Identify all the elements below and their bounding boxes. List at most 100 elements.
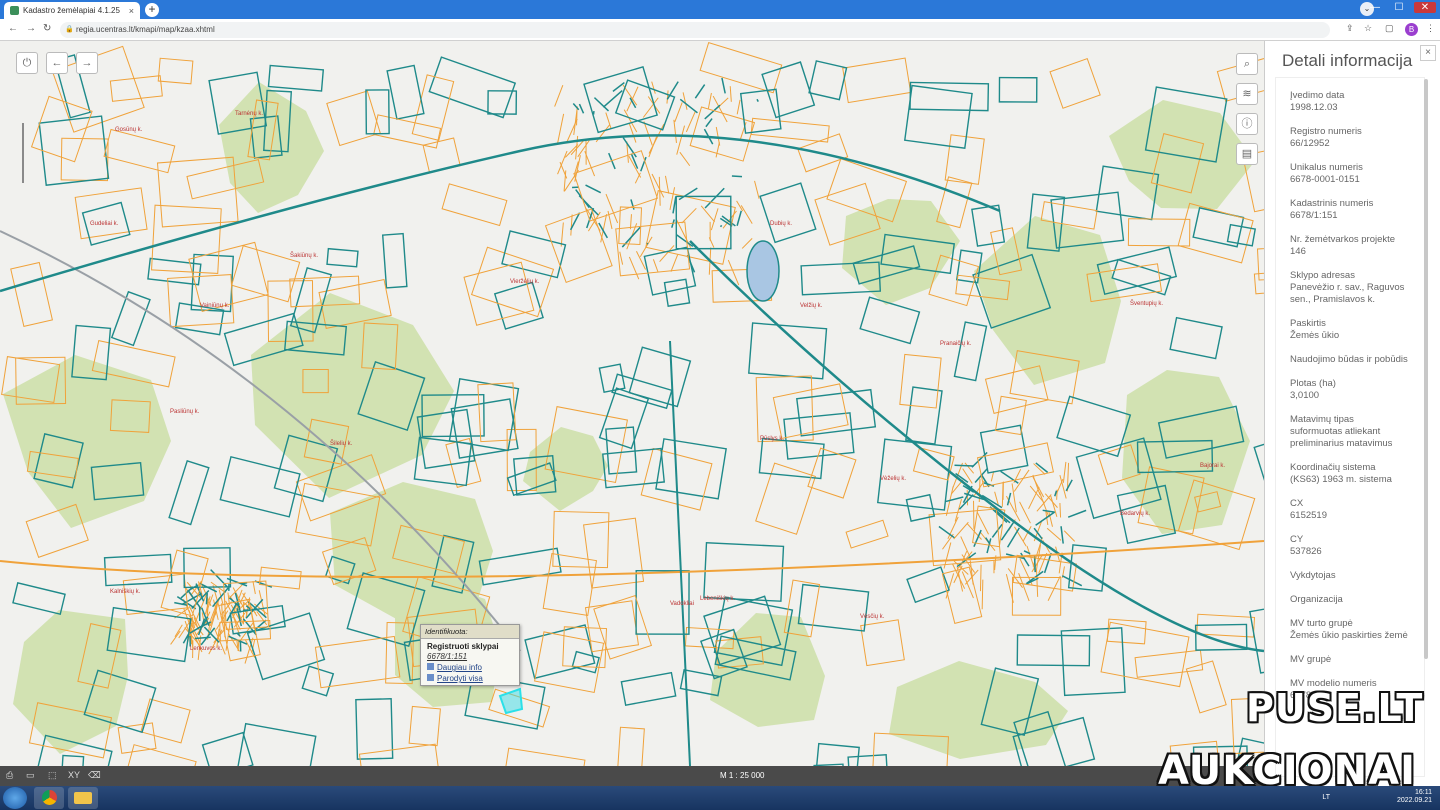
parcel-boundary (1054, 490, 1058, 497)
forest-area (13, 610, 128, 754)
parcel-boundary (981, 579, 984, 610)
new-tab-button[interactable]: + (145, 3, 159, 17)
detail-field: Nr. žemėtvarkos projekte 146 (1276, 234, 1424, 258)
detail-field: CY 537826 (1276, 534, 1424, 558)
tab-close-icon[interactable]: × (129, 6, 134, 16)
place-label: Vainiūnų k. (200, 303, 230, 309)
search-icon[interactable]: ⌕ (1236, 53, 1258, 75)
place-label: Dubių k. (770, 221, 793, 227)
taskbar-chrome[interactable] (34, 787, 64, 809)
system-clock[interactable]: 16:11 2022.09.21 (1397, 789, 1432, 805)
parcel-boundary (905, 386, 943, 445)
parcel-boundary (748, 322, 828, 380)
parcel-boundary (408, 705, 441, 747)
parcel-boundary (534, 631, 605, 693)
reload-icon[interactable]: ↻ (43, 23, 51, 34)
place-label: Vėsčių k. (860, 614, 885, 620)
detail-field-label: Organizacija (1290, 594, 1343, 605)
parcel-boundary (622, 137, 637, 158)
parcel-boundary (1169, 316, 1223, 360)
parcel-boundary (1111, 258, 1172, 296)
parcel-boundary (620, 671, 677, 706)
forward-arrow-icon[interactable]: → (26, 23, 36, 34)
power-icon[interactable]: ⏻ (16, 52, 38, 74)
profile-avatar[interactable]: B (1405, 23, 1418, 36)
detail-field-label: CX (1290, 498, 1304, 509)
parcel-boundary (301, 665, 335, 697)
start-button[interactable] (3, 787, 27, 809)
panel-scrollbar[interactable] (1424, 79, 1428, 659)
parcel-boundary (808, 60, 848, 101)
parcel-number-link[interactable]: 6678/1:151 (421, 651, 519, 662)
place-label: Kalniškių k. (110, 589, 141, 595)
detail-field: Koordinačių sistema (KS63) 1963 m. sistem… (1276, 462, 1424, 486)
detail-field-value: 6678-0001-0151 (1290, 174, 1360, 185)
parcel-boundary (252, 580, 256, 595)
parcel-boundary (842, 57, 912, 104)
select-icon[interactable]: ⬚ (48, 770, 57, 781)
parcel-boundary (860, 619, 905, 667)
identify-layer-title: Registruoti sklypai (427, 642, 499, 651)
parcel-boundary (381, 232, 408, 289)
menu-dots-icon[interactable]: ⋮ (1426, 23, 1435, 34)
cadastral-map[interactable]: ⏻ ← → ⌕ ≋ ⓘ ▤ Gosūnų k. Tarnėnų k. Gudelia… (0, 41, 1264, 766)
back-extent-icon[interactable]: ← (46, 52, 68, 74)
parcel-boundary (736, 99, 741, 115)
selected-parcel[interactable] (498, 687, 524, 715)
detail-field-value: 537826 (1290, 546, 1322, 557)
parcel-boundary (221, 603, 224, 619)
maximize-button[interactable]: ☐ (1390, 2, 1408, 13)
share-icon[interactable]: ⇪ (1346, 23, 1354, 34)
parcel-boundary (628, 122, 637, 143)
sidepanel-icon[interactable]: ▢ (1385, 23, 1394, 34)
parcel-boundary (1185, 660, 1227, 714)
parcel-boundary (938, 525, 955, 539)
show-all-link[interactable]: Parodyti visa (421, 673, 519, 684)
parcel-boundary (598, 363, 626, 394)
eraser-icon[interactable]: ⌫ (88, 770, 101, 781)
info-icon[interactable]: ⓘ (1236, 113, 1258, 135)
detail-field-value: 1998.12.03 (1290, 102, 1338, 113)
forest-area (842, 199, 960, 305)
detail-field-label: Kadastrinis numeris (1290, 198, 1374, 209)
parcel-boundary (707, 92, 712, 109)
forest-area (1109, 100, 1255, 209)
parcel-boundary (628, 155, 642, 178)
close-window-button[interactable]: ✕ (1414, 2, 1436, 13)
parcel-boundary (721, 77, 726, 94)
document-icon[interactable]: ▤ (1236, 143, 1258, 165)
layers-icon[interactable]: ≋ (1236, 83, 1258, 105)
parcel-boundary (815, 742, 860, 766)
taskbar-explorer[interactable] (68, 787, 98, 809)
more-info-link[interactable]: Daugiau info (421, 662, 519, 673)
browser-tab[interactable]: Kadastro žemėlapiai 4.1.25 × (4, 2, 140, 19)
measure-icon[interactable]: ▭ (26, 770, 35, 781)
parcel-boundary (616, 726, 645, 766)
parcel-boundary (652, 259, 659, 273)
parcel-boundary (699, 41, 783, 94)
detail-field: Įvedimo data 1998.12.03 (1276, 90, 1424, 114)
map-canvas[interactable] (0, 41, 1264, 766)
parcel-boundary (681, 207, 697, 224)
bookmark-star-icon[interactable]: ☆ (1364, 23, 1372, 34)
parcel-boundary (611, 373, 673, 410)
place-label: Tarnėnų k. (235, 111, 264, 117)
parcel-boundary (903, 84, 973, 149)
identify-header: Identifikuota: (421, 625, 519, 639)
print-icon[interactable]: ⎙ (6, 770, 13, 781)
parcel-boundary (640, 156, 647, 172)
panel-close-button[interactable]: × (1420, 45, 1436, 61)
forward-extent-icon[interactable]: → (76, 52, 98, 74)
back-arrow-icon[interactable]: ← (8, 23, 18, 34)
parcel-boundary (103, 128, 176, 174)
parcel-boundary (1016, 634, 1091, 667)
url-bar[interactable]: 🔒 regia.ucentras.lt/kmapi/map/kzaa.xhtml (60, 22, 1330, 38)
language-indicator[interactable]: LT (1322, 794, 1330, 801)
coordinates-icon[interactable]: XY (68, 770, 80, 780)
minimize-button[interactable]: — (1366, 2, 1384, 13)
parcel-boundary (571, 650, 600, 674)
parcel-boundary (219, 455, 301, 518)
parcel-boundary (704, 187, 725, 209)
parcel-boundary (109, 75, 163, 102)
zoom-slider[interactable] (22, 123, 24, 183)
